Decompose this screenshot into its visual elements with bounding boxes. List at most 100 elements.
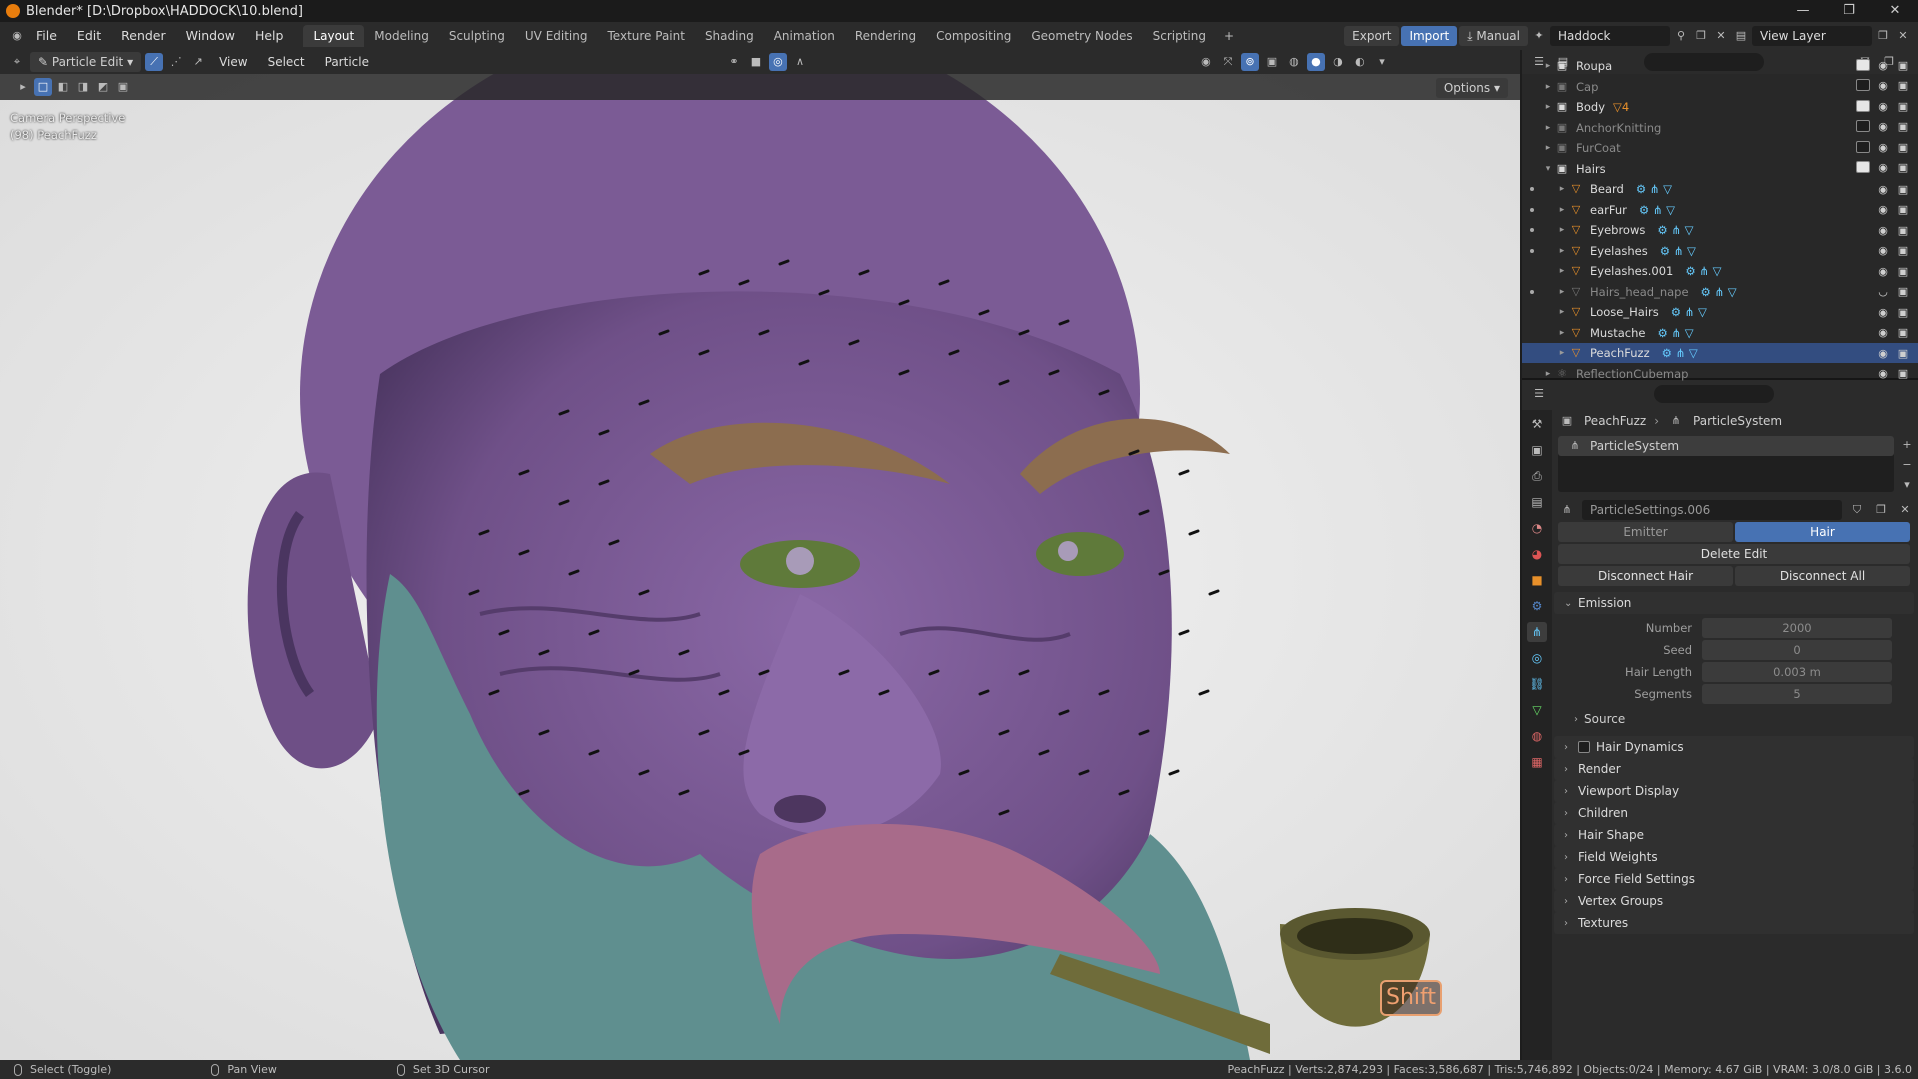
path-select-icon[interactable]: ⟋ [145, 53, 164, 71]
tab-scripting[interactable]: Scripting [1143, 25, 1216, 47]
import-button[interactable]: Import [1401, 26, 1458, 46]
tab-rendering[interactable]: Rendering [845, 25, 926, 47]
expand-right-icon[interactable]: ▸ [1542, 82, 1554, 92]
add-slot-icon[interactable]: + [1898, 436, 1916, 454]
eye-icon[interactable]: ◉ [1876, 306, 1890, 319]
expand-right-icon[interactable]: ▸ [1542, 61, 1554, 71]
select-tool-icon[interactable]: ▸ [14, 78, 32, 96]
remove-slot-icon[interactable]: − [1898, 456, 1916, 474]
tab-texture-paint[interactable]: Texture Paint [598, 25, 695, 47]
exclude-checkbox[interactable] [1856, 58, 1870, 74]
transform-pivot-icon[interactable]: ⚭ [725, 53, 743, 71]
tab-animation[interactable]: Animation [764, 25, 845, 47]
eye-icon[interactable]: ◉ [1876, 79, 1890, 94]
outliner-row-beard[interactable]: ▸ ▽ Beard ⚙ ⋔ ▽ ◉ ▣ [1522, 179, 1918, 199]
select-new-icon[interactable]: □ [34, 78, 52, 96]
scene-tab-icon[interactable]: ◔ [1527, 518, 1547, 538]
outliner-row-reflectioncubemap[interactable]: ▸ ⚛ ReflectionCubemap ◉ ▣ [1522, 364, 1918, 384]
settings-browse-icon[interactable]: ⋔ [1558, 501, 1576, 519]
number-field[interactable]: 2000 [1702, 618, 1892, 638]
panel-hair-dynamics[interactable]: › Hair Dynamics [1554, 736, 1914, 758]
menu-window[interactable]: Window [176, 22, 245, 50]
eye-icon[interactable]: ◉ [1876, 203, 1890, 216]
material-shading-icon[interactable]: ◑ [1329, 53, 1347, 71]
menu-file[interactable]: File [26, 22, 67, 50]
outliner-row-hairs-head-nape[interactable]: ▸ ▽ Hairs_head_nape ⚙ ⋔ ▽ ◡ ▣ [1522, 282, 1918, 302]
manual-button[interactable]: ⤓ Manual [1459, 26, 1528, 46]
camera-icon[interactable]: ▣ [1896, 100, 1910, 115]
panel-field-weights[interactable]: › Field Weights [1554, 846, 1914, 868]
select-invert-icon[interactable]: ◩ [94, 78, 112, 96]
hair-dynamics-checkbox[interactable] [1578, 741, 1590, 753]
outliner-row-roupa[interactable]: ▸ ▣ Roupa ◉ ▣ [1522, 56, 1918, 76]
material-tab-icon[interactable]: ◍ [1527, 726, 1547, 746]
camera-icon[interactable]: ▣ [1896, 265, 1910, 278]
rendered-shading-icon[interactable]: ◐ [1351, 53, 1369, 71]
outliner-row-anchorknitting[interactable]: ▸ ▣ AnchorKnitting ◉ ▣ [1522, 118, 1918, 138]
camera-icon[interactable]: ▣ [1896, 244, 1910, 257]
expand-right-icon[interactable]: ▸ [1556, 348, 1568, 358]
visibility-icon[interactable]: ◉ [1197, 53, 1215, 71]
add-workspace-button[interactable]: + [1216, 25, 1242, 47]
segments-field[interactable]: 5 [1702, 684, 1892, 704]
scene-field[interactable]: Haddock [1550, 26, 1670, 46]
new-view-layer-icon[interactable]: ❐ [1874, 27, 1892, 45]
outliner-row-earfur[interactable]: ▸ ▽ earFur ⚙ ⋔ ▽ ◉ ▣ [1522, 200, 1918, 220]
editor-type-icon[interactable]: ⌖ [8, 53, 26, 71]
menu-select[interactable]: Select [260, 55, 313, 69]
exclude-checkbox[interactable] [1856, 120, 1870, 135]
expand-right-icon[interactable]: ▸ [1556, 328, 1568, 338]
eye-icon[interactable]: ◉ [1876, 326, 1890, 339]
maximize-button[interactable]: ❐ [1826, 0, 1872, 22]
expand-right-icon[interactable]: ▸ [1556, 225, 1568, 235]
disconnect-hair-button[interactable]: Disconnect Hair [1558, 566, 1733, 586]
gizmo-icon[interactable]: ⤧ [1219, 53, 1237, 71]
falloff-icon[interactable]: ∧ [791, 53, 809, 71]
options-dropdown[interactable]: Options ▾ [1435, 78, 1508, 98]
panel-children[interactable]: › Children [1554, 802, 1914, 824]
expand-right-icon[interactable]: ▸ [1556, 205, 1568, 215]
menu-particle[interactable]: Particle [317, 55, 377, 69]
exclude-checkbox[interactable] [1856, 140, 1870, 156]
camera-icon[interactable]: ▣ [1896, 59, 1910, 74]
properties-editor-icon[interactable]: ☰ [1530, 385, 1548, 403]
outliner-row-body[interactable]: ▸ ▣ Body ▽4 ◉ ▣ [1522, 97, 1918, 117]
eye-icon[interactable]: ◉ [1876, 59, 1890, 74]
eye-icon[interactable]: ◡ [1876, 285, 1890, 298]
new-scene-icon[interactable]: ❐ [1692, 27, 1710, 45]
eye-icon[interactable]: ◉ [1876, 347, 1890, 360]
expand-right-icon[interactable]: ▸ [1542, 369, 1554, 379]
overlays-icon[interactable]: ⊚ [1240, 53, 1259, 71]
fake-user-icon[interactable]: ⛉ [1848, 501, 1866, 519]
disconnect-all-button[interactable]: Disconnect All [1735, 566, 1910, 586]
export-button[interactable]: Export [1344, 26, 1400, 46]
tab-modeling[interactable]: Modeling [364, 25, 439, 47]
snap-icon[interactable]: ■ [747, 53, 765, 71]
menu-edit[interactable]: Edit [67, 22, 111, 50]
hair-option[interactable]: Hair [1735, 522, 1910, 542]
camera-icon[interactable]: ▣ [1896, 79, 1910, 94]
particle-system-item[interactable]: ⋔ ParticleSystem [1558, 436, 1894, 456]
eye-icon[interactable]: ◉ [1876, 120, 1890, 135]
shading-options-icon[interactable]: ▾ [1373, 53, 1391, 71]
hair-length-field[interactable]: 0.003 m [1702, 662, 1892, 682]
tab-uv-editing[interactable]: UV Editing [515, 25, 598, 47]
world-tab-icon[interactable]: ◕ [1527, 544, 1547, 564]
blender-menu-icon[interactable]: ◉ [8, 27, 26, 45]
mode-dropdown[interactable]: ✎ Particle Edit ▾ [30, 52, 142, 72]
outliner-row-eyelashes-001[interactable]: ▸ ▽ Eyelashes.001 ⚙ ⋔ ▽ ◉ ▣ [1522, 261, 1918, 281]
close-button[interactable]: ✕ [1872, 0, 1918, 22]
particles-tab-icon[interactable]: ⋔ [1527, 622, 1547, 642]
eye-icon[interactable]: ◉ [1876, 161, 1890, 176]
tab-compositing[interactable]: Compositing [926, 25, 1021, 47]
eye-icon[interactable]: ◉ [1876, 100, 1890, 115]
minimize-button[interactable]: — [1780, 0, 1826, 22]
select-intersect-icon[interactable]: ▣ [114, 78, 132, 96]
output-tab-icon[interactable]: ⎙ [1527, 466, 1547, 486]
duplicate-settings-icon[interactable]: ❐ [1872, 501, 1890, 519]
modifier-tab-icon[interactable]: ⚙ [1527, 596, 1547, 616]
panel-force-field-settings[interactable]: › Force Field Settings [1554, 868, 1914, 890]
expand-right-icon[interactable]: ▸ [1542, 143, 1554, 153]
expand-right-icon[interactable]: ▸ [1556, 307, 1568, 317]
panel-textures[interactable]: › Textures [1554, 912, 1914, 934]
